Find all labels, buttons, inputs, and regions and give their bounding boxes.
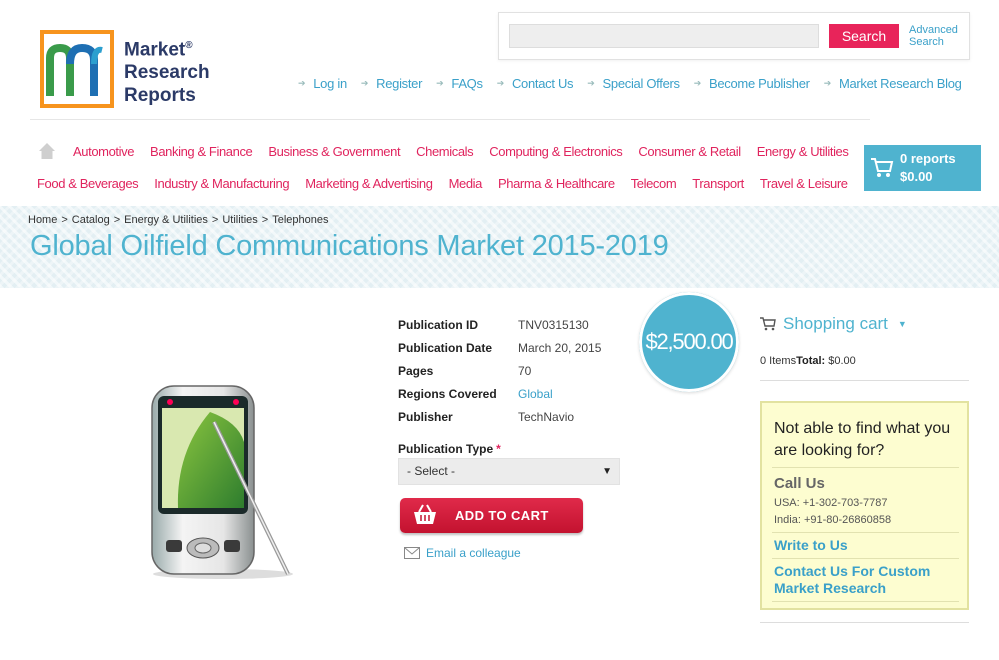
publication-type-select[interactable]: - Select - ▼: [398, 458, 620, 485]
category-business-government[interactable]: Business & Government: [268, 144, 400, 159]
search-button[interactable]: Search: [829, 24, 899, 48]
category-nav-row-1: Automotive Banking & Finance Business & …: [73, 144, 849, 159]
arrow-icon: ➔: [693, 78, 702, 88]
top-link-special-offers[interactable]: ➔ Special Offers: [587, 76, 680, 91]
arrow-icon: ➔: [587, 78, 595, 88]
breadcrumb-catalog[interactable]: Catalog: [72, 214, 110, 226]
detail-publisher: Publisher TechNavio: [398, 409, 575, 424]
category-marketing-advertising[interactable]: Marketing & Advertising: [305, 176, 433, 191]
category-telecom[interactable]: Telecom: [631, 176, 677, 191]
title-band: Home > Catalog > Energy & Utilities > Utili…: [0, 206, 999, 288]
category-transport[interactable]: Transport: [692, 176, 744, 191]
home-icon[interactable]: [38, 142, 56, 160]
breadcrumb-telephones[interactable]: Telephones: [272, 214, 328, 226]
category-travel-leisure[interactable]: Travel & Leisure: [760, 176, 848, 191]
help-divider: [772, 601, 959, 602]
detail-publication-id: Publication ID TNV0315130: [398, 317, 589, 332]
category-industry-manufacturing[interactable]: Industry & Manufacturing: [154, 176, 289, 191]
category-nav-row-2: Food & Beverages Industry & Manufacturin…: [37, 176, 848, 191]
product-details: Publication ID TNV0315130 Publication Dat…: [398, 313, 601, 428]
phone-usa: USA: +1-302-703-7787: [774, 497, 888, 509]
write-to-us-link[interactable]: Write to Us: [774, 537, 848, 554]
cart-icon: [871, 158, 894, 177]
top-links: ➔ Log in ➔ Register ➔ FAQs ➔ Contact Us ➔ Spe…: [298, 76, 962, 91]
category-chemicals[interactable]: Chemicals: [416, 144, 473, 159]
arrow-icon: ➔: [823, 78, 832, 88]
header-cart-summary: 0 reports $0.00: [900, 151, 956, 184]
envelope-icon: [404, 547, 420, 559]
help-box: Not able to find what you are looking fo…: [760, 401, 969, 610]
help-title: Not able to find what you are looking fo…: [774, 420, 951, 459]
category-consumer-retail[interactable]: Consumer & Retail: [638, 144, 741, 159]
top-link-contact[interactable]: ➔ Contact Us: [497, 76, 574, 91]
category-energy-utilities[interactable]: Energy & Utilities: [757, 144, 849, 159]
sidebar-divider: [760, 380, 969, 381]
help-divider: [772, 532, 959, 533]
phone-india: India: +91-80-26860858: [774, 514, 892, 526]
arrow-icon: ➔: [436, 78, 444, 88]
dropdown-caret-icon: ▼: [602, 466, 612, 477]
search-input[interactable]: [509, 24, 819, 48]
detail-regions: Regions Covered Global: [398, 386, 553, 401]
top-link-blog[interactable]: ➔ Market Research Blog: [824, 76, 962, 91]
product-image: [151, 385, 293, 579]
category-food-beverages[interactable]: Food & Beverages: [37, 176, 139, 191]
arrow-icon: ➔: [298, 78, 306, 88]
sidebar-bottom-divider: [760, 622, 969, 623]
email-colleague-link[interactable]: Email a colleague: [404, 546, 521, 560]
breadcrumb-energy-utilities[interactable]: Energy & Utilities: [124, 214, 208, 226]
region-link[interactable]: Global: [518, 387, 553, 401]
price-badge: $2,500.00: [639, 292, 739, 392]
category-media[interactable]: Media: [449, 176, 483, 191]
category-banking-finance[interactable]: Banking & Finance: [150, 144, 253, 159]
cart-icon: [760, 317, 776, 331]
top-link-faqs[interactable]: ➔ FAQs: [436, 76, 483, 91]
detail-publication-date: Publication Date March 20, 2015: [398, 340, 602, 355]
header-divider: [30, 119, 870, 120]
breadcrumb-utilities[interactable]: Utilities: [222, 214, 257, 226]
search-panel: Search Advanced Search: [498, 12, 970, 60]
top-link-login[interactable]: ➔ Log in: [298, 76, 347, 91]
category-automotive[interactable]: Automotive: [73, 144, 134, 159]
breadcrumb: Home > Catalog > Energy & Utilities > Utili…: [28, 214, 329, 226]
custom-research-link[interactable]: Contact Us For Custom Market Research: [774, 563, 930, 597]
category-computing-electronics[interactable]: Computing & Electronics: [489, 144, 623, 159]
logo-text: Market® Research Reports: [124, 39, 210, 107]
logo-mark-icon: [40, 30, 114, 108]
top-link-register[interactable]: ➔ Register: [360, 76, 423, 91]
basket-icon: [414, 504, 436, 524]
top-link-become-publisher[interactable]: ➔ Become Publisher: [694, 76, 810, 91]
site-logo[interactable]: Market® Research Reports: [40, 30, 215, 110]
page-title: Global Oilfield Communications Market 20…: [30, 230, 669, 262]
help-divider: [772, 467, 959, 468]
sidebar-cart-summary: 0 ItemsTotal: $0.00: [760, 355, 856, 367]
sidebar-shopping-cart-toggle[interactable]: Shopping cart ▼: [760, 314, 907, 334]
help-divider: [772, 558, 959, 559]
call-us-heading: Call Us: [774, 475, 825, 492]
arrow-icon: ➔: [496, 78, 505, 88]
category-pharma-healthcare[interactable]: Pharma & Healthcare: [498, 176, 615, 191]
add-to-cart-button[interactable]: ADD TO CART: [400, 498, 583, 533]
chevron-down-icon: ▼: [897, 319, 907, 329]
detail-pages: Pages 70: [398, 363, 532, 378]
arrow-icon: ➔: [360, 78, 369, 88]
breadcrumb-home[interactable]: Home: [28, 214, 57, 226]
publication-type-label: Publication Type *: [398, 442, 501, 456]
header-cart-button[interactable]: 0 reports $0.00: [864, 145, 981, 191]
advanced-search-link[interactable]: Advanced Search: [909, 24, 969, 48]
